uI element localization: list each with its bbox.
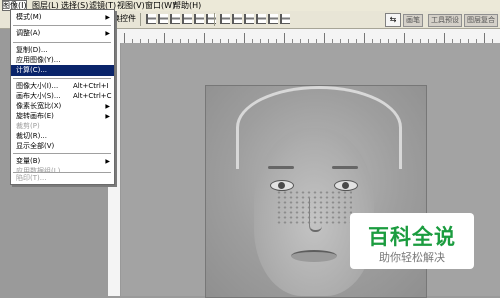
menu-item-mode[interactable]: 模式(M) ▶ [11,12,114,23]
align-left-icon[interactable] [182,14,192,24]
align-buttons[interactable] [146,14,218,25]
watermark-title: 百科全说 [368,225,456,249]
tab-brushes[interactable]: 画笔 [403,14,423,27]
menu-item-calculations[interactable]: 计算(C)... [11,65,114,76]
distribute-top-icon[interactable] [220,14,230,24]
align-top-icon[interactable] [146,14,156,24]
menu-item-trap: 陷印(T)... [16,174,47,182]
distribute-right-icon[interactable] [280,14,290,24]
distribute-left-icon[interactable] [256,14,266,24]
menu-help[interactable]: 帮助(H) [173,0,201,11]
menu-window[interactable]: 窗口(W) [145,0,175,11]
align-center-icon[interactable] [194,14,204,24]
left-eyebrow [268,166,294,169]
align-bottom-icon[interactable] [170,14,180,24]
image-menu-dropdown-tail: 陷印(T)... [10,172,115,185]
horizontal-ruler [108,29,500,43]
distribute-buttons[interactable] [220,14,292,25]
tab-layer-comps[interactable]: 图层复合 [464,14,498,27]
right-eyebrow [332,166,358,169]
watermark-subtitle: 助你轻松解决 [379,251,445,264]
toolbar-separator [214,13,215,26]
toolbar-separator [140,13,141,26]
align-middle-icon[interactable] [158,14,168,24]
menu-item-adjustments[interactable]: 调整(A) ▶ [11,28,114,39]
toolbar-label: 换控件 [112,14,136,23]
palette-well-button[interactable]: ⇆ [385,13,401,27]
submenu-arrow-icon: ▶ [105,14,110,21]
distribute-center-icon[interactable] [268,14,278,24]
nose [309,198,322,232]
image-menu-dropdown: 模式(M) ▶ 调整(A) ▶ 复制(D)... 应用图像(Y)... 计算(C).… [10,9,115,178]
menu-view[interactable]: 视图(V) [117,0,145,11]
distribute-bottom-icon[interactable] [244,14,254,24]
watermark-badge: 百科全说 助你轻松解决 [350,213,474,269]
face [254,128,374,296]
menu-item-reveal-all[interactable]: 显示全部(V) [11,141,114,152]
mouth [291,250,337,262]
submenu-arrow-icon: ▶ [105,30,110,37]
tab-tool-presets[interactable]: 工具预设 [428,14,462,27]
distribute-middle-icon[interactable] [232,14,242,24]
